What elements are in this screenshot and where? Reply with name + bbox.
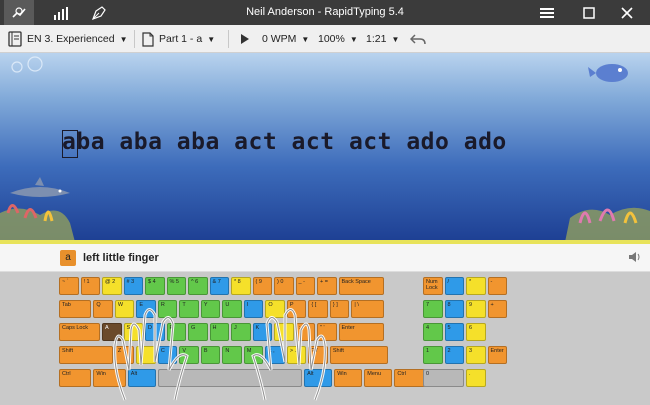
keyboard-key: Shift bbox=[329, 346, 389, 364]
keyboard-key: - bbox=[487, 277, 507, 295]
keyboard-key: 6 bbox=[466, 323, 486, 341]
lesson-label: Part 1 - a bbox=[159, 33, 203, 45]
keyboard-key: Enter bbox=[338, 323, 384, 341]
keyboard-key: ! 1 bbox=[80, 277, 100, 295]
keyboard-key: _ - bbox=[295, 277, 315, 295]
numpad: Num Lock / * - 7 8 9 +4 5 6 1 2 3 Enter 0. bbox=[423, 277, 515, 394]
keyboard-key: Back Space bbox=[338, 277, 384, 295]
chevron-down-icon: ▼ bbox=[391, 34, 400, 44]
keyboard-key: ( 9 bbox=[252, 277, 272, 295]
current-key-badge: a bbox=[60, 250, 76, 266]
keyboard-key: + bbox=[487, 300, 507, 318]
keyboard-key: Enter bbox=[487, 346, 507, 364]
keyboard-key: 1 bbox=[423, 346, 443, 364]
lesson-scene: aba aba aba act act act ado ado bbox=[0, 53, 650, 242]
lesson-selector[interactable]: Part 1 - a ▼ bbox=[142, 25, 215, 53]
zoom-selector[interactable]: 100% ▼ bbox=[318, 25, 358, 53]
menu-icon[interactable] bbox=[532, 0, 562, 25]
keyboard-key: Ctrl bbox=[394, 369, 427, 387]
play-button[interactable] bbox=[240, 25, 250, 53]
keyboard-key: % 5 bbox=[166, 277, 186, 295]
finger-hint-bar: a left little finger bbox=[0, 244, 650, 272]
chevron-down-icon: ▼ bbox=[207, 34, 216, 44]
keyboard-key: . bbox=[466, 369, 486, 387]
keyboard-key: Caps Lock bbox=[59, 323, 100, 341]
keyboard-key: | \ bbox=[351, 300, 384, 318]
zoom-label: 100% bbox=[318, 33, 345, 45]
keyboard-key: ~ ` bbox=[59, 277, 79, 295]
keyboard-key: 8 bbox=[444, 300, 464, 318]
course-selector[interactable]: EN 3. Experienced ▼ bbox=[8, 25, 127, 53]
toolbar-divider bbox=[134, 30, 135, 48]
title-bar: Neil Anderson - RapidTyping 5.4 bbox=[0, 0, 650, 25]
keyboard-key: ) 0 bbox=[274, 277, 294, 295]
keyboard-key: Win bbox=[334, 369, 363, 387]
keyboard-key: Tab bbox=[59, 300, 92, 318]
keyboard-key: & 7 bbox=[209, 277, 229, 295]
keyboard-key: * bbox=[466, 277, 486, 295]
course-label: EN 3. Experienced bbox=[27, 33, 115, 45]
keyboard-key: * 8 bbox=[231, 277, 251, 295]
keyboard-key: # 3 bbox=[123, 277, 143, 295]
speed-label: 0 WPM bbox=[262, 33, 297, 45]
chevron-down-icon: ▼ bbox=[119, 34, 128, 44]
keyboard-key: 9 bbox=[466, 300, 486, 318]
maximize-icon[interactable] bbox=[574, 0, 604, 25]
keyboard-key: Menu bbox=[364, 369, 393, 387]
typing-cursor bbox=[62, 130, 78, 158]
keyboard-key: ^ 6 bbox=[188, 277, 208, 295]
keyboard-key: 2 bbox=[444, 346, 464, 364]
speaker-icon[interactable] bbox=[628, 250, 642, 269]
keyboard-key: + = bbox=[317, 277, 337, 295]
close-icon[interactable] bbox=[612, 0, 642, 25]
keyboard-key: Num Lock bbox=[423, 277, 443, 295]
keyboard-key: 0 bbox=[423, 369, 464, 387]
keyboard-key: / bbox=[444, 277, 464, 295]
keyboard-key: @ 2 bbox=[102, 277, 122, 295]
keyboard-key: 7 bbox=[423, 300, 443, 318]
keyboard-key: $ 4 bbox=[145, 277, 165, 295]
keyboard-key: Ctrl bbox=[59, 369, 92, 387]
lesson-text: aba aba aba act act act ado ado bbox=[62, 129, 507, 155]
app-window: Neil Anderson - RapidTyping 5.4 EN 3. Ex… bbox=[0, 0, 650, 405]
toolbar: EN 3. Experienced ▼ Part 1 - a ▼ 0 WPM ▼… bbox=[0, 25, 650, 53]
chevron-down-icon: ▼ bbox=[301, 34, 310, 44]
hands-overlay bbox=[113, 308, 327, 401]
play-icon bbox=[241, 34, 249, 44]
time-label: 1:21 bbox=[366, 33, 387, 45]
undo-button[interactable] bbox=[410, 25, 426, 53]
course-book-icon bbox=[8, 31, 22, 47]
time-selector[interactable]: 1:21 ▼ bbox=[366, 25, 399, 53]
chevron-down-icon: ▼ bbox=[349, 34, 358, 44]
toolbar-divider bbox=[228, 30, 229, 48]
page-icon bbox=[142, 31, 154, 47]
finger-hint-text: left little finger bbox=[83, 252, 159, 264]
undo-icon bbox=[410, 34, 426, 45]
keyboard-key: 4 bbox=[423, 323, 443, 341]
speed-selector[interactable]: 0 WPM ▼ bbox=[262, 25, 309, 53]
keyboard-key: 3 bbox=[466, 346, 486, 364]
keyboard-key: 5 bbox=[444, 323, 464, 341]
